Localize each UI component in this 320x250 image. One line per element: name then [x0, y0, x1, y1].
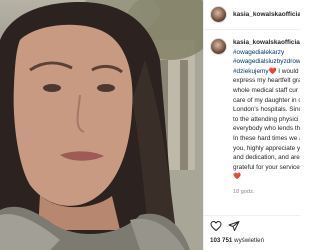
header-username[interactable]: kasia_kowalskaofficial [233, 11, 300, 18]
caption-line: care of my daughter in o [233, 96, 300, 104]
hashtag-link[interactable]: #owagedialekarzy [233, 48, 300, 58]
post-caption: kasia_kowalskaofficial #owagedialekarzy … [210, 38, 300, 198]
action-bar [204, 215, 300, 235]
paper-plane-icon[interactable] [228, 220, 240, 232]
caption-line: and dedication, and are [233, 154, 300, 162]
post-video[interactable] [0, 0, 203, 250]
caption-text: kasia_kowalskaofficial #owagedialekarzy … [233, 38, 300, 198]
post-header: kasia_kowalskaofficial • [204, 0, 300, 30]
caption-line: London's hospitals. Sinc [233, 106, 300, 114]
post-side-panel: kasia_kowalskaofficial • kasia_kowalskao… [203, 0, 300, 250]
post-timestamp[interactable]: 18 godz. [233, 188, 300, 198]
caption-line-text: I would [278, 67, 299, 75]
caption-line: you, highly appreciate yo [233, 144, 300, 152]
heart-emoji: ❤️ [233, 173, 241, 181]
caption-line: In these hard times we a [233, 134, 300, 142]
caption-line: express my heartfelt grati [233, 77, 300, 85]
heart-outline-icon[interactable] [210, 220, 222, 232]
views-label: wyświetleń [234, 237, 265, 244]
caption-avatar[interactable] [210, 38, 227, 55]
caption-line: to the attending physici [233, 115, 299, 123]
header-avatar[interactable] [210, 6, 227, 23]
hashtag-link[interactable]: #dziekujemy [233, 68, 269, 75]
caption-line: #dziekujemy❤️ I would [233, 67, 300, 77]
views-number: 103 751 [210, 237, 233, 244]
caption-line: everybody who lends th [233, 125, 300, 133]
views-count[interactable]: 103 751 wyświetleń [210, 237, 264, 244]
caption-line: whole medical staff cur [233, 86, 298, 94]
heart-emoji: ❤️ [268, 67, 277, 75]
hashtag-link[interactable]: #owagedialsluzbyzdrowi [233, 57, 300, 67]
video-frame-portrait [0, 0, 203, 250]
caption-line: grateful for your services [233, 163, 300, 171]
caption-username[interactable]: kasia_kowalskaofficial [233, 38, 300, 48]
